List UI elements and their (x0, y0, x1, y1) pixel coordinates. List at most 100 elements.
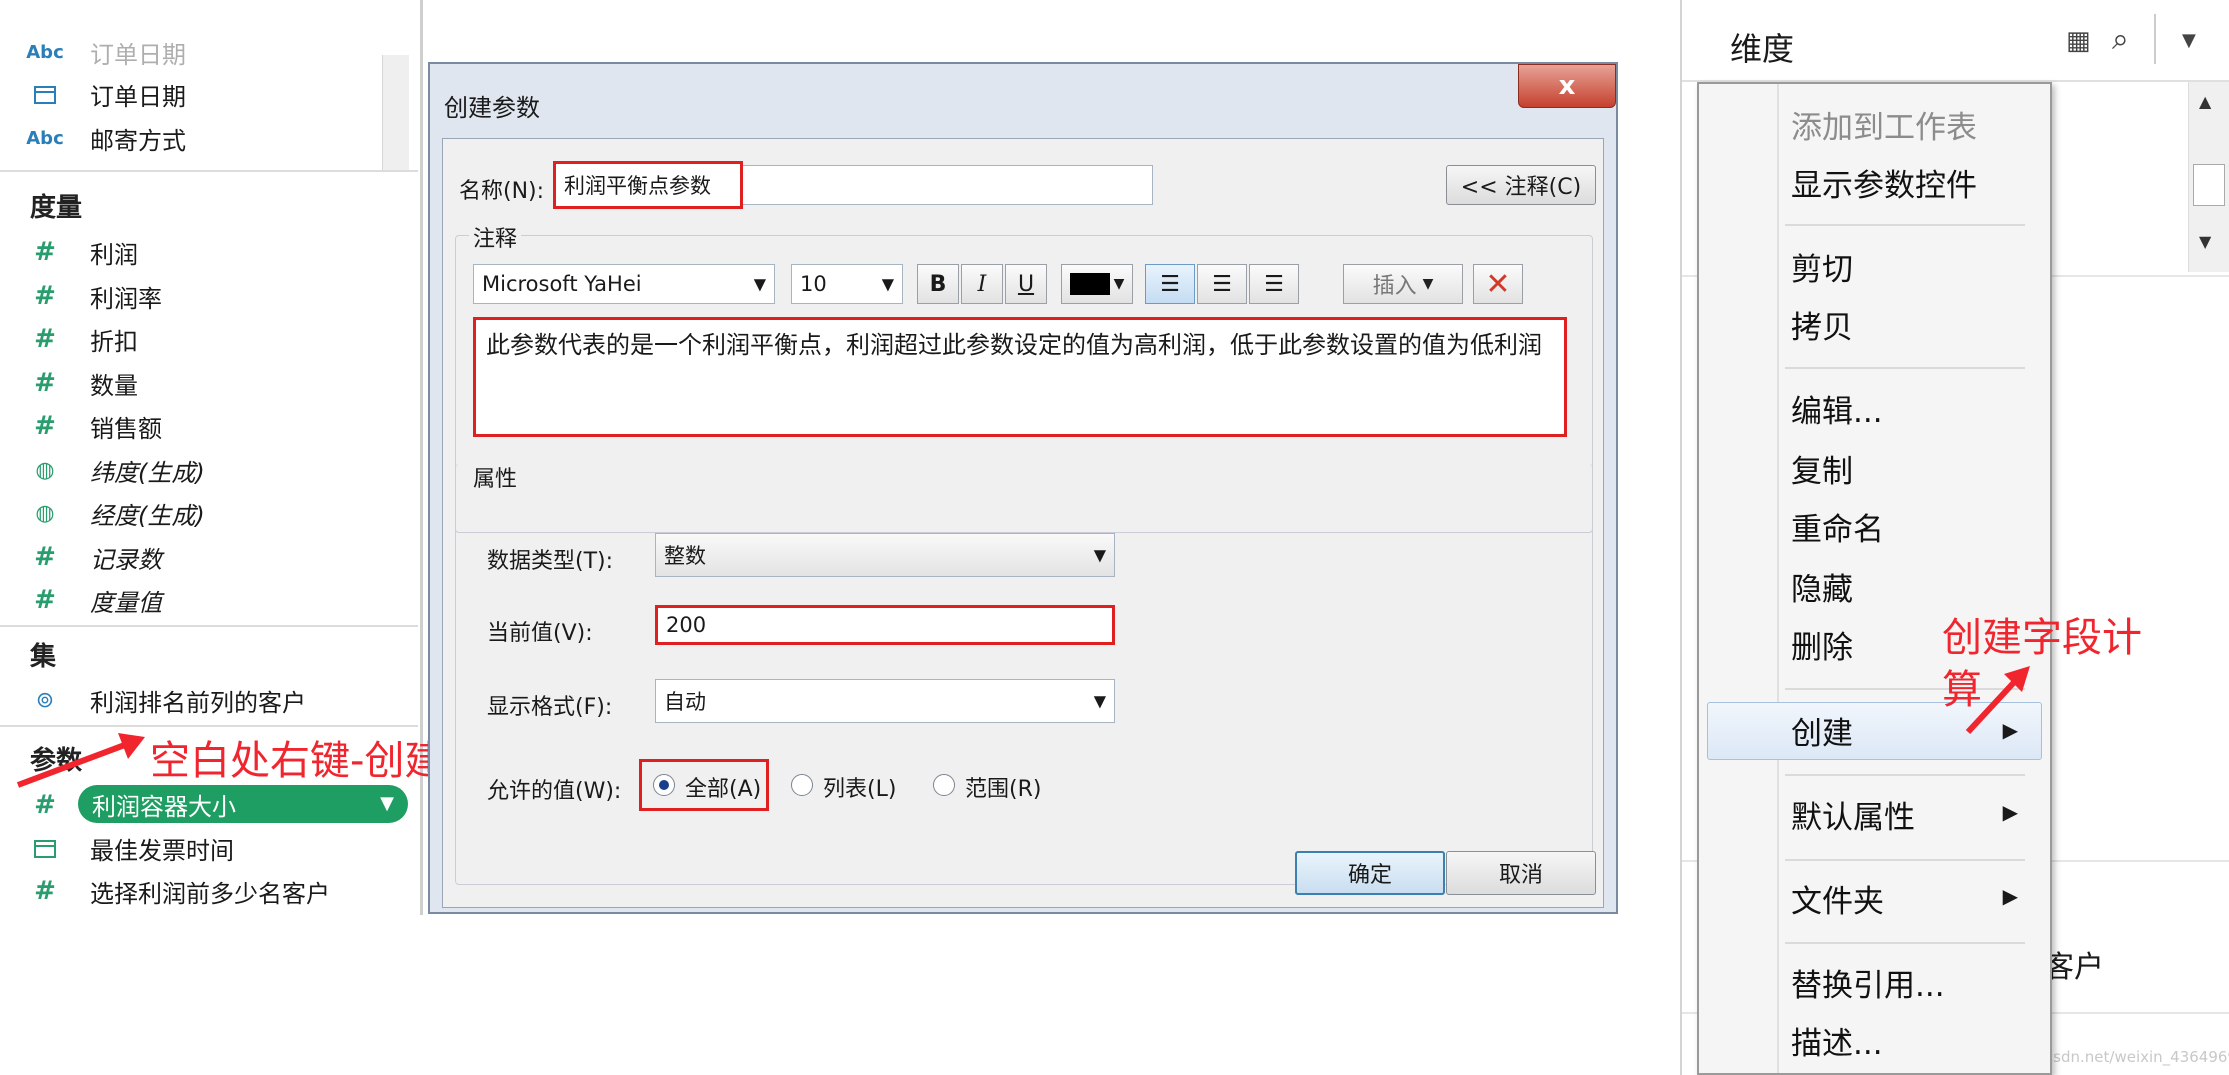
text-color-button[interactable]: ▼ (1061, 264, 1133, 304)
globe-icon: ◍ (35, 500, 55, 526)
measure-item[interactable]: # 数量 (0, 363, 138, 403)
context-menu: 添加到工作表 显示参数控件 剪切 拷贝 编辑... 复制 重命名 隐藏 删除 创… (1697, 82, 2052, 1075)
current-value-input[interactable]: 200 (655, 605, 1115, 645)
radio-range-label[interactable]: 范围(R) (965, 771, 1041, 803)
field-item[interactable]: 订单日期 (0, 74, 186, 114)
current-value-label: 当前值(V): (487, 621, 593, 646)
bold-button[interactable]: B (917, 264, 959, 304)
measure-item[interactable]: # 利润 (0, 232, 138, 272)
field-label: 数量 (90, 371, 138, 400)
search-icon[interactable]: ⌕ (2112, 22, 2129, 57)
properties-group-title: 属性 (469, 461, 522, 493)
param-item[interactable]: 最佳发票时间 (0, 828, 234, 868)
insert-button[interactable]: 插入 ▼ (1343, 264, 1463, 304)
field-label: 订单日期 (90, 82, 186, 111)
radio-all[interactable] (653, 774, 675, 796)
divider (2154, 14, 2156, 64)
chevron-down-icon: ▼ (881, 274, 894, 294)
hash-icon: # (34, 368, 56, 398)
menu-separator (1785, 224, 2025, 226)
align-right-button[interactable]: ☰ (1249, 264, 1299, 304)
insert-label: 插入 (1372, 274, 1417, 299)
menu-item-duplicate[interactable]: 复制 (1791, 446, 1853, 491)
menu-item-default-properties[interactable]: 默认属性 (1791, 792, 1915, 837)
font-size-value: 10 (800, 272, 827, 296)
italic-button[interactable]: I (961, 264, 1003, 304)
menu-item-copy[interactable]: 拷贝 (1791, 302, 1853, 347)
scrollbar[interactable]: ▲ ▼ (2188, 82, 2229, 272)
display-format-select[interactable]: 自动 ▼ (655, 679, 1115, 723)
display-format-value: 自动 (664, 690, 706, 714)
align-left-button[interactable]: ☰ (1145, 264, 1195, 304)
menu-separator (1785, 859, 2025, 861)
radio-all-label[interactable]: 全部(A) (685, 771, 761, 803)
field-label: 销售额 (90, 414, 162, 443)
menu-item-folder[interactable]: 文件夹 (1791, 876, 1884, 921)
scrollbar[interactable] (382, 55, 409, 170)
field-item[interactable]: Abc 邮寄方式 (0, 118, 186, 158)
scroll-down-icon[interactable]: ▼ (2199, 232, 2211, 251)
name-input[interactable]: 利润平衡点参数 (553, 161, 743, 209)
comment-toolbar: Microsoft YaHei ▼ 10 ▼ B I U ▼ ☰ ☰ ☰ 插入 ▼ ✕ (473, 264, 1573, 304)
field-label: 利润 (90, 240, 138, 269)
param-item[interactable]: # 选择利润前多少名客户 (0, 871, 330, 911)
font-name-select[interactable]: Microsoft YaHei ▼ (473, 264, 775, 304)
radio-range[interactable] (933, 774, 955, 796)
menu-gutter (1777, 84, 1779, 1073)
comment-group-title: 注释 (469, 221, 522, 253)
datatype-value: 整数 (664, 544, 706, 568)
annotation-line: 创建字段计 (1942, 615, 2142, 661)
radio-list[interactable] (791, 774, 813, 796)
scroll-up-icon[interactable]: ▲ (2199, 92, 2211, 111)
dropdown-arrow-icon[interactable]: ▼ (380, 793, 394, 814)
measure-item[interactable]: # 销售额 (0, 406, 162, 446)
field-label: 经度(生成) (90, 501, 205, 530)
ok-button[interactable]: 确定 (1295, 851, 1445, 895)
scroll-thumb[interactable] (2193, 164, 2225, 206)
grid-icon[interactable]: ▦ (2066, 26, 2091, 56)
menu-item-rename[interactable]: 重命名 (1791, 504, 1884, 549)
datatype-select[interactable]: 整数 ▼ (655, 533, 1115, 577)
underline-button[interactable]: U (1005, 264, 1047, 304)
menu-item-hide[interactable]: 隐藏 (1791, 564, 1853, 609)
measure-item[interactable]: # 折扣 (0, 319, 138, 359)
allowed-values-label: 允许的值(W): (487, 779, 622, 804)
close-button[interactable]: x (1518, 64, 1616, 108)
set-icon: ⊚ (35, 687, 55, 713)
align-center-button[interactable]: ☰ (1197, 264, 1247, 304)
set-item[interactable]: ⊚ 利润排名前列的客户 (0, 680, 306, 720)
measure-item[interactable]: # 记录数 (0, 537, 162, 577)
menu-item-create-label[interactable]: 创建 (1791, 708, 1853, 753)
field-item[interactable]: Abc 订单日期 (0, 32, 186, 72)
hash-icon: # (34, 411, 56, 441)
measure-item[interactable]: ◍ 经度(生成) (0, 493, 205, 533)
menu-item-show-parameter-control[interactable]: 显示参数控件 (1791, 160, 1977, 205)
cancel-button[interactable]: 取消 (1446, 851, 1596, 895)
menu-item-delete[interactable]: 删除 (1791, 622, 1853, 667)
menu-item-edit[interactable]: 编辑... (1791, 386, 1883, 431)
field-label: 利润排名前列的客户 (90, 688, 306, 717)
comment-toggle-button[interactable]: << 注释(C) (1446, 165, 1596, 205)
comment-textarea[interactable]: 此参数代表的是一个利润平衡点，利润超过此参数设定的值为高利润，低于此参数设置的值… (473, 317, 1567, 437)
globe-icon: ◍ (35, 457, 55, 483)
divider (0, 170, 418, 172)
dimensions-header: 维度 (1730, 30, 1795, 68)
divider (0, 625, 418, 627)
font-size-select[interactable]: 10 ▼ (791, 264, 903, 304)
menu-item-cut[interactable]: 剪切 (1791, 244, 1853, 289)
partial-field-label: 客户 (2044, 950, 2104, 985)
hash-icon: # (34, 324, 56, 354)
menu-item-describe[interactable]: 描述... (1791, 1018, 1883, 1063)
create-parameter-dialog: 创建参数 x 名称(N): 利润平衡点参数 << 注释(C) 注释 Micros… (428, 62, 1618, 914)
measure-item[interactable]: # 利润率 (0, 276, 162, 316)
radio-list-label[interactable]: 列表(L) (823, 771, 896, 803)
align-center-icon: ☰ (1212, 271, 1232, 297)
measures-header: 度量 (30, 193, 83, 223)
clear-button[interactable]: ✕ (1473, 264, 1523, 304)
menu-item-replace-references[interactable]: 替换引用... (1791, 960, 1945, 1005)
measure-item[interactable]: ◍ 纬度(生成) (0, 450, 204, 490)
chevron-down-icon[interactable]: ▼ (2182, 30, 2196, 51)
measure-item[interactable]: # 度量值 (0, 580, 162, 620)
chevron-down-icon: ▼ (1093, 545, 1106, 565)
field-label: 邮寄方式 (90, 126, 186, 155)
